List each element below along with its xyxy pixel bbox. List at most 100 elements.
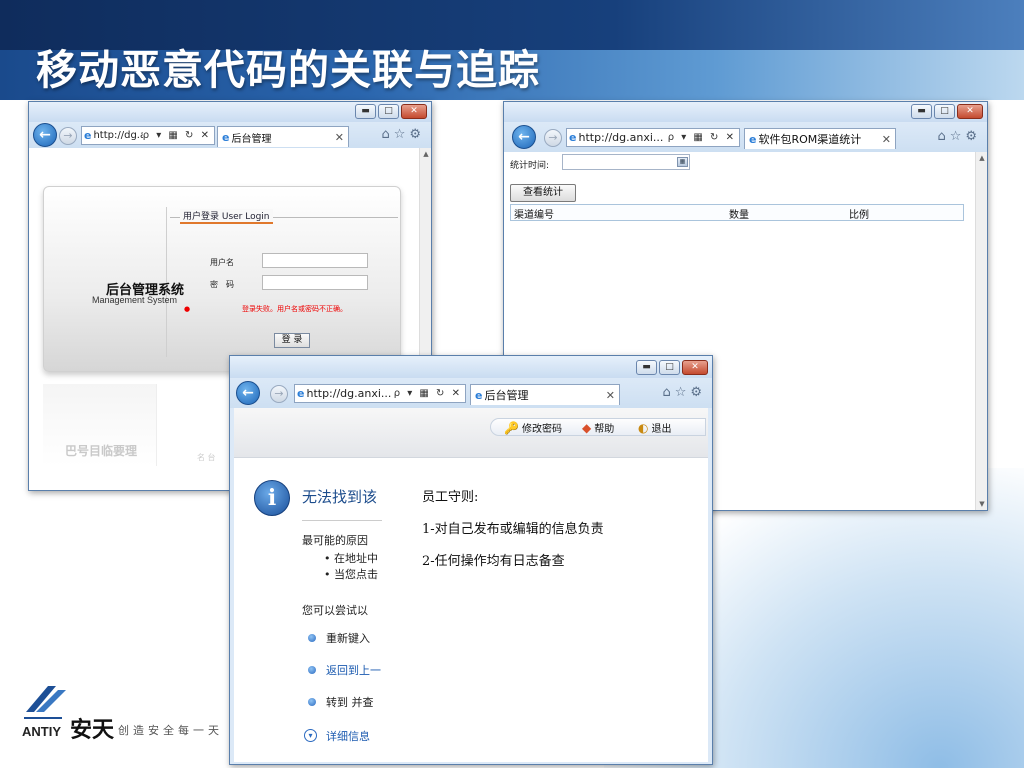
calendar-icon[interactable]: ▦ <box>677 157 688 167</box>
home-favorites-tools-icon[interactable]: ⌂☆⚙ <box>662 385 706 400</box>
bullet-icon <box>308 698 316 706</box>
slogan: 创造安全每一天 <box>118 724 223 737</box>
column-header: 比例 <box>849 210 869 221</box>
titlebar: ▬ □ ✕ <box>504 102 987 122</box>
retype-action: 重新键入 <box>326 632 370 645</box>
vertical-scrollbar[interactable]: ▲ ▼ <box>975 152 987 510</box>
ie-icon: e <box>569 131 577 144</box>
navigation-bar: ← → e http://dg.anxi... ρ ▾ ▦ ↻ ✕ e 后台管理… <box>29 122 431 148</box>
watermark-small-text: 名 台 <box>197 453 216 462</box>
login-error-message: 登录失败。用户名或密码不正确。 <box>242 305 347 313</box>
maximize-button[interactable]: □ <box>378 104 399 119</box>
key-icon: 🔑 <box>504 420 519 435</box>
stats-table-header: 渠道编号 数量 比例 <box>510 204 964 221</box>
navigation-bar: ← → e http://dg.anxi... ρ ▾ ▦ ↻ ✕ e 后台管理… <box>230 378 712 408</box>
window-controls: ▬ □ ✕ <box>909 104 983 119</box>
address-tools-icon[interactable]: ρ ▾ ▦ ↻ ✕ <box>143 130 214 141</box>
password-label: 密 码 <box>210 280 234 289</box>
help-icon: ◆ <box>582 420 592 435</box>
login-heading: 用户登录 User Login <box>180 209 273 224</box>
tab-close-icon[interactable]: ✕ <box>882 133 891 146</box>
close-button[interactable]: ✕ <box>682 360 708 375</box>
ie-icon: e <box>297 387 305 400</box>
divider <box>302 520 382 521</box>
slide-title: 移动恶意代码的关联与追踪 <box>36 46 540 94</box>
page-content: 🔑 修改密码 ◆ 帮助 ◐ 退出 i 无法找到该 最可能的原因 • 在地址中 •… <box>234 408 708 762</box>
rules-heading: 员工守则: <box>422 490 479 505</box>
expand-chevron-icon[interactable]: ▾ <box>304 729 317 742</box>
scroll-up-icon[interactable]: ▲ <box>420 148 431 160</box>
scroll-up-icon[interactable]: ▲ <box>976 152 987 164</box>
address-bar[interactable]: e http://dg.anxi... ρ ▾ ▦ ↻ ✕ <box>294 384 466 403</box>
navigation-bar: ← → e http://dg.anxi... ρ ▾ ▦ ↻ ✕ e 软件包R… <box>504 122 987 152</box>
error-dot-icon: ● <box>184 305 191 313</box>
login-button[interactable]: 登 录 <box>274 333 310 348</box>
date-input[interactable]: ▦ <box>562 154 690 170</box>
close-button[interactable]: ✕ <box>957 104 983 119</box>
logout-button[interactable]: ◐ 退出 <box>638 420 672 436</box>
close-button[interactable]: ✕ <box>401 104 427 119</box>
watermark-text: 巴号目临要理 <box>65 444 138 458</box>
cause-heading: 最可能的原因 <box>302 534 368 547</box>
ie-icon: e <box>84 129 92 142</box>
minimize-button[interactable]: ▬ <box>911 104 932 119</box>
column-header: 渠道编号 <box>514 210 554 221</box>
query-stats-button[interactable]: 查看统计 <box>510 184 576 202</box>
maximize-button[interactable]: □ <box>659 360 680 375</box>
address-bar[interactable]: e http://dg.anxi... ρ ▾ ▦ ↻ ✕ <box>566 128 740 147</box>
browser-window-front: ▬ □ ✕ ← → e http://dg.anxi... ρ ▾ ▦ ↻ ✕ … <box>229 355 713 765</box>
password-input[interactable] <box>262 275 368 290</box>
back-button[interactable]: ← <box>512 125 536 149</box>
forward-button[interactable]: → <box>270 385 288 403</box>
tab-backend[interactable]: e 后台管理 ✕ <box>217 126 349 147</box>
help-label: 帮助 <box>594 424 615 435</box>
tab-rom-channel-stats[interactable]: e 软件包ROM渠道统计 ✕ <box>744 128 896 149</box>
tab-close-icon[interactable]: ✕ <box>606 389 615 402</box>
rule-item: 1-对自己发布或编辑的信息负责 <box>422 522 604 537</box>
change-password-label: 修改密码 <box>521 424 562 435</box>
back-button[interactable]: ← <box>33 123 57 147</box>
back-button[interactable]: ← <box>236 381 260 405</box>
help-button[interactable]: ◆ 帮助 <box>582 420 615 436</box>
forward-button[interactable]: → <box>544 129 562 147</box>
address-tools-icon[interactable]: ρ ▾ ▦ ↻ ✕ <box>668 132 739 143</box>
antiy-logo: ANTIY 安天 创造安全每一天 <box>22 682 232 752</box>
go-to-action: 转到 并查 <box>326 696 374 709</box>
address-url: http://dg.anxi... <box>306 387 392 400</box>
logout-label: 退出 <box>651 424 672 435</box>
window-controls: ▬ □ ✕ <box>353 104 427 119</box>
brand-en: ANTIY <box>22 724 61 739</box>
antiy-logo-icon <box>24 686 66 719</box>
minimize-button[interactable]: ▬ <box>636 360 657 375</box>
change-password-button[interactable]: 🔑 修改密码 <box>504 420 562 436</box>
command-band: 🔑 修改密码 ◆ 帮助 ◐ 退出 <box>234 408 708 458</box>
logout-icon: ◐ <box>638 420 649 435</box>
more-info-link[interactable]: 详细信息 <box>326 728 370 744</box>
maximize-button[interactable]: □ <box>934 104 955 119</box>
tab-backend[interactable]: e 后台管理 ✕ <box>470 384 620 405</box>
window-controls: ▬ □ ✕ <box>634 360 708 375</box>
address-bar[interactable]: e http://dg.anxi... ρ ▾ ▦ ↻ ✕ <box>81 126 215 145</box>
tab-title: 后台管理 <box>231 133 272 145</box>
bullet-icon <box>308 634 316 642</box>
cause-item: • 当您点击 <box>324 568 378 581</box>
date-label: 统计时间: <box>510 161 550 171</box>
username-input[interactable] <box>262 253 368 268</box>
titlebar: ▬ □ ✕ <box>230 356 712 378</box>
ie-icon: e <box>222 130 230 144</box>
address-tools-icon[interactable]: ρ ▾ ▦ ↻ ✕ <box>394 388 465 399</box>
scroll-down-icon[interactable]: ▼ <box>976 498 987 510</box>
home-favorites-tools-icon[interactable]: ⌂☆⚙ <box>937 129 981 144</box>
try-heading: 您可以尝试以 <box>302 604 368 617</box>
tab-close-icon[interactable]: ✕ <box>335 131 344 144</box>
go-back-link[interactable]: 返回到上一 <box>326 662 381 678</box>
minimize-button[interactable]: ▬ <box>355 104 376 119</box>
titlebar: ▬ □ ✕ <box>29 102 431 122</box>
tab-title: 软件包ROM渠道统计 <box>758 133 862 146</box>
forward-button[interactable]: → <box>59 127 77 145</box>
home-favorites-tools-icon[interactable]: ⌂☆⚙ <box>381 127 425 142</box>
bullet-icon <box>308 666 316 674</box>
username-label: 用户名 <box>210 258 234 267</box>
tab-title: 后台管理 <box>484 389 529 402</box>
login-panel: 用户登录 User Login 后台管理系统 Management System… <box>43 186 401 372</box>
